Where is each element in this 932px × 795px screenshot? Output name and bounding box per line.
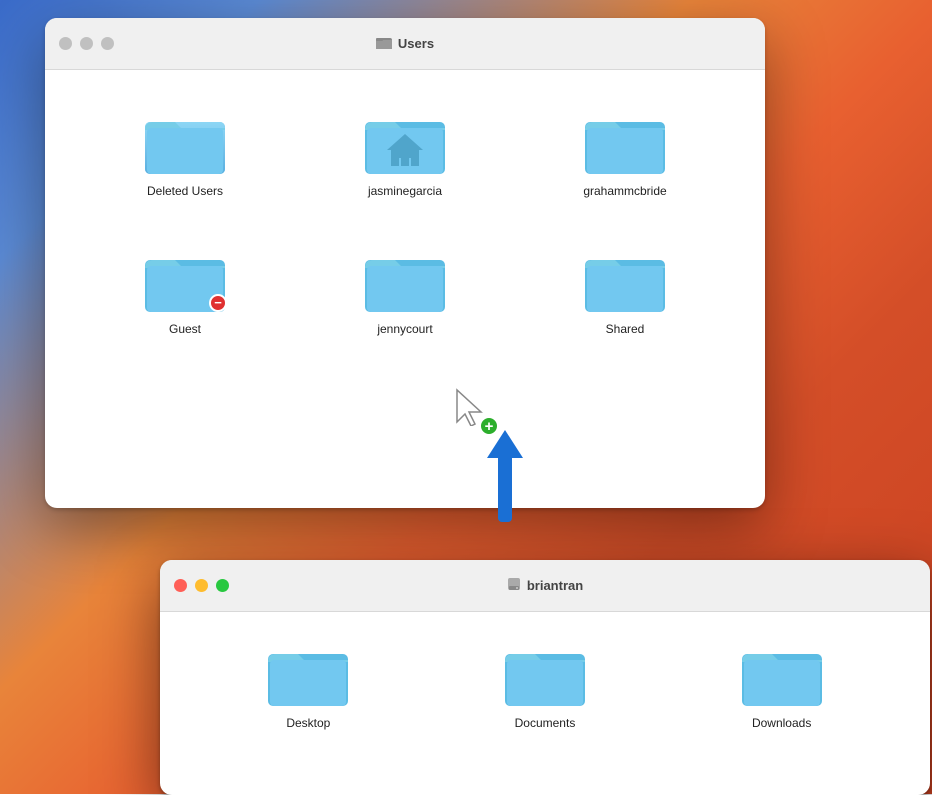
folder-icon-jasminegarcia [365,108,445,176]
folder-item-jasminegarcia[interactable]: jasminegarcia [357,100,453,208]
titlebar-users: Users [45,18,765,70]
folder-label-downloads: Downloads [752,716,811,732]
titlebar-brian: briantran [160,560,930,612]
folder-label-grahammcbride: grahammcbride [583,184,666,200]
folder-icon-guest: − [145,246,225,314]
window-brian: briantran Desktop D [160,560,930,795]
folder-icon-grahammcbride [585,108,665,176]
window-title-brian: briantran [507,577,583,594]
minimize-button-brian[interactable] [195,579,208,592]
folder-item-downloads[interactable]: Downloads [734,632,830,740]
folder-item-jennycourt[interactable]: jennycourt [357,238,453,346]
window-controls-brian [174,579,229,592]
folder-label-deleted-users: Deleted Users [147,184,223,200]
folder-item-desktop[interactable]: Desktop [260,632,356,740]
folder-icon-documents [505,640,585,708]
window-title-users: Users [376,35,434,52]
users-window-title-text: Users [398,36,434,51]
minus-badge-guest: − [209,294,227,312]
maximize-button-brian[interactable] [216,579,229,592]
folder-item-shared[interactable]: Shared [577,238,673,346]
arrow-shaft [498,457,512,522]
folder-icon-jennycourt [365,246,445,314]
arrow-up [487,430,523,522]
folder-label-desktop: Desktop [286,716,330,732]
window-controls-users [59,37,114,50]
drive-icon-title [507,577,521,594]
close-button-brian[interactable] [174,579,187,592]
close-button-users[interactable] [59,37,72,50]
cursor-plus-badge: + [479,416,499,436]
window-users: Users Deleted Use [45,18,765,508]
folder-label-guest: Guest [169,322,201,338]
users-window-body: Deleted Users jasminegarcia [45,70,765,375]
folder-item-deleted-users[interactable]: Deleted Users [137,100,233,208]
folder-icon-downloads [742,640,822,708]
folder-label-documents: Documents [515,716,576,732]
brian-window-title-text: briantran [527,578,583,593]
folder-label-jennycourt: jennycourt [377,322,432,338]
folder-item-guest[interactable]: − Guest [137,238,233,346]
minimize-button-users[interactable] [80,37,93,50]
folder-icon-shared [585,246,665,314]
folder-label-shared: Shared [606,322,645,338]
folder-icon-deleted-users [145,108,225,176]
folder-item-grahammcbride[interactable]: grahammcbride [575,100,674,208]
folder-label-jasminegarcia: jasminegarcia [368,184,442,200]
cursor-with-badge: + [455,388,499,436]
brian-window-body: Desktop Documents Download [160,612,930,755]
folder-icon-title [376,35,392,52]
folder-item-documents[interactable]: Documents [497,632,593,740]
folder-icon-desktop [268,640,348,708]
maximize-button-users[interactable] [101,37,114,50]
